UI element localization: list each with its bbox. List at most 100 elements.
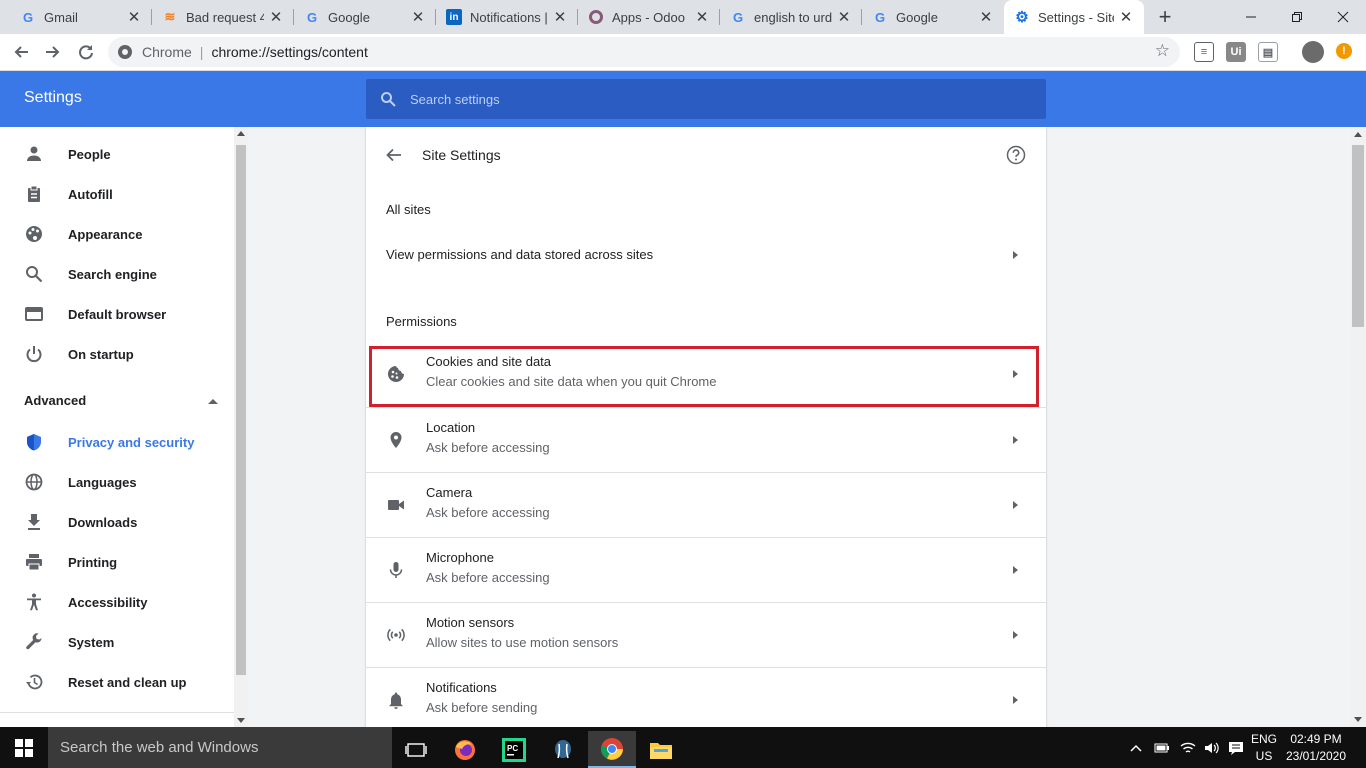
sidebar-scrollbar[interactable]	[234, 127, 248, 727]
close-tab-icon[interactable]: ✕	[836, 8, 852, 26]
permission-row-notifications[interactable]: Notifications Ask before sending	[366, 667, 1046, 727]
language-indicator[interactable]: ENG US	[1250, 731, 1278, 765]
camera-icon	[386, 495, 406, 515]
bookmark-star-icon[interactable]: ☆	[1155, 41, 1170, 61]
scroll-up-icon[interactable]	[237, 131, 245, 136]
tab-odoo[interactable]: Apps - Odoo ✕	[578, 0, 720, 34]
sidebar-item-printing[interactable]: Printing	[0, 542, 234, 582]
wrench-icon	[24, 632, 44, 652]
arrow-left-icon	[14, 46, 28, 58]
minimize-button[interactable]	[1228, 0, 1274, 34]
tab-google-2[interactable]: G Google ✕	[862, 0, 1004, 34]
tab-strip: G Gmail ✕ ≋ Bad request 40 ✕ G Google ✕ …	[0, 0, 1366, 34]
scroll-up-icon[interactable]	[1354, 132, 1362, 137]
omnibox-url[interactable]: chrome://settings/content	[211, 44, 367, 60]
scrollbar-thumb[interactable]	[236, 145, 246, 675]
scroll-down-icon[interactable]	[237, 718, 245, 723]
tab-google[interactable]: G Google ✕	[294, 0, 436, 34]
permission-row-microphone[interactable]: Microphone Ask before accessing	[366, 537, 1046, 602]
search-icon	[381, 92, 396, 107]
close-tab-icon[interactable]: ✕	[126, 8, 142, 26]
tab-gmail[interactable]: G Gmail ✕	[10, 0, 152, 34]
permission-title: Motion sensors	[426, 615, 515, 630]
view-permissions-link[interactable]: View permissions and data stored across …	[386, 247, 1026, 262]
sidebar-item-languages[interactable]: Languages	[0, 462, 234, 502]
omnibox-chip-label: Chrome	[142, 44, 192, 60]
close-tab-icon[interactable]: ✕	[1118, 8, 1134, 26]
sidebar-item-label: Default browser	[68, 306, 167, 322]
chrome-taskbar-button[interactable]	[588, 731, 636, 768]
update-alert-icon[interactable]: !	[1336, 43, 1352, 59]
sidebar-item-system[interactable]: System	[0, 622, 234, 662]
omnibox[interactable]: Chrome | chrome://settings/content ☆	[108, 37, 1180, 67]
sidebar-item-reset[interactable]: Reset and clean up	[0, 662, 234, 702]
sidebar-item-label: People	[68, 146, 111, 162]
task-view-button[interactable]	[392, 731, 440, 768]
back-button[interactable]	[8, 39, 34, 65]
sidebar-item-default-browser[interactable]: Default browser	[0, 294, 234, 334]
sidebar-item-accessibility[interactable]: Accessibility	[0, 582, 234, 622]
chevron-right-icon	[1013, 631, 1018, 639]
site-info-chip[interactable]: Chrome	[118, 44, 192, 60]
help-icon[interactable]	[1006, 145, 1026, 165]
chevron-right-icon	[1013, 436, 1018, 444]
sidebar-item-autofill[interactable]: Autofill	[0, 174, 234, 214]
page-title: Settings	[24, 89, 82, 106]
sidebar-item-privacy-security[interactable]: Privacy and security	[0, 422, 234, 462]
start-button[interactable]	[0, 727, 48, 768]
permission-row-cookies[interactable]: Cookies and site data Clear cookies and …	[366, 342, 1046, 407]
file-explorer-taskbar-button[interactable]	[637, 731, 685, 768]
taskbar-search-input[interactable]: Search the web and Windows	[48, 727, 392, 768]
firefox-taskbar-button[interactable]	[441, 731, 489, 768]
pycharm-taskbar-button[interactable]: PC	[490, 731, 538, 768]
close-window-button[interactable]	[1320, 0, 1366, 34]
permission-row-motion-sensors[interactable]: Motion sensors Allow sites to use motion…	[366, 602, 1046, 667]
sidebar-item-on-startup[interactable]: On startup	[0, 334, 234, 374]
search-input[interactable]: Search settings	[366, 79, 1046, 119]
advanced-toggle[interactable]: Advanced	[24, 393, 218, 408]
new-tab-button[interactable]: +	[1154, 4, 1176, 30]
power-icon	[24, 344, 44, 364]
forward-button[interactable]	[40, 39, 66, 65]
permission-row-location[interactable]: Location Ask before accessing	[366, 407, 1046, 472]
firefox-icon	[455, 739, 475, 760]
back-arrow-icon[interactable]	[384, 145, 404, 165]
close-tab-icon[interactable]: ✕	[410, 8, 426, 26]
close-tab-icon[interactable]: ✕	[978, 8, 994, 26]
tab-settings[interactable]: ⚙ Settings - Site ✕	[1004, 0, 1144, 34]
sidebar-item-people[interactable]: People	[0, 134, 234, 174]
extension-docs-icon[interactable]: ▤	[1258, 42, 1278, 62]
minimize-icon	[1246, 16, 1256, 18]
chrome-icon	[601, 737, 623, 760]
permission-title: Location	[426, 420, 476, 435]
sidebar-item-label: Appearance	[68, 226, 143, 242]
close-tab-icon[interactable]: ✕	[268, 8, 284, 26]
tab-bad-request[interactable]: ≋ Bad request 40 ✕	[152, 0, 294, 34]
sidebar-item-downloads[interactable]: Downloads	[0, 502, 234, 542]
settings-header: Settings Search settings	[0, 71, 1366, 127]
page-scrollbar[interactable]	[1350, 127, 1366, 727]
reload-button[interactable]	[73, 39, 99, 65]
action-center-icon[interactable]	[1228, 741, 1244, 755]
sidebar-item-appearance[interactable]: Appearance	[0, 214, 234, 254]
tab-notifications[interactable]: in Notifications | ✕	[436, 0, 578, 34]
clock-date: 23/01/2020	[1285, 749, 1347, 763]
wifi-icon[interactable]	[1180, 741, 1196, 755]
avatar[interactable]	[1302, 41, 1324, 63]
volume-icon[interactable]	[1204, 741, 1220, 755]
postgres-taskbar-button[interactable]	[539, 731, 587, 768]
tab-english-to-urdu[interactable]: G english to urdu ✕	[720, 0, 862, 34]
battery-icon[interactable]	[1154, 742, 1170, 754]
taskbar-clock[interactable]: 02:49 PM 23/01/2020	[1284, 731, 1348, 765]
sidebar-item-label: Search engine	[68, 266, 157, 282]
close-tab-icon[interactable]: ✕	[694, 8, 710, 26]
extension-ui-icon[interactable]: Ui	[1226, 42, 1246, 62]
permission-row-camera[interactable]: Camera Ask before accessing	[366, 472, 1046, 537]
extension-document-icon[interactable]: ≡	[1194, 42, 1214, 62]
close-tab-icon[interactable]: ✕	[552, 8, 568, 26]
restore-button[interactable]	[1274, 0, 1320, 34]
chevron-up-icon[interactable]	[1130, 744, 1142, 752]
sidebar-item-search-engine[interactable]: Search engine	[0, 254, 234, 294]
scroll-down-icon[interactable]	[1354, 717, 1362, 722]
scrollbar-thumb[interactable]	[1352, 145, 1364, 327]
